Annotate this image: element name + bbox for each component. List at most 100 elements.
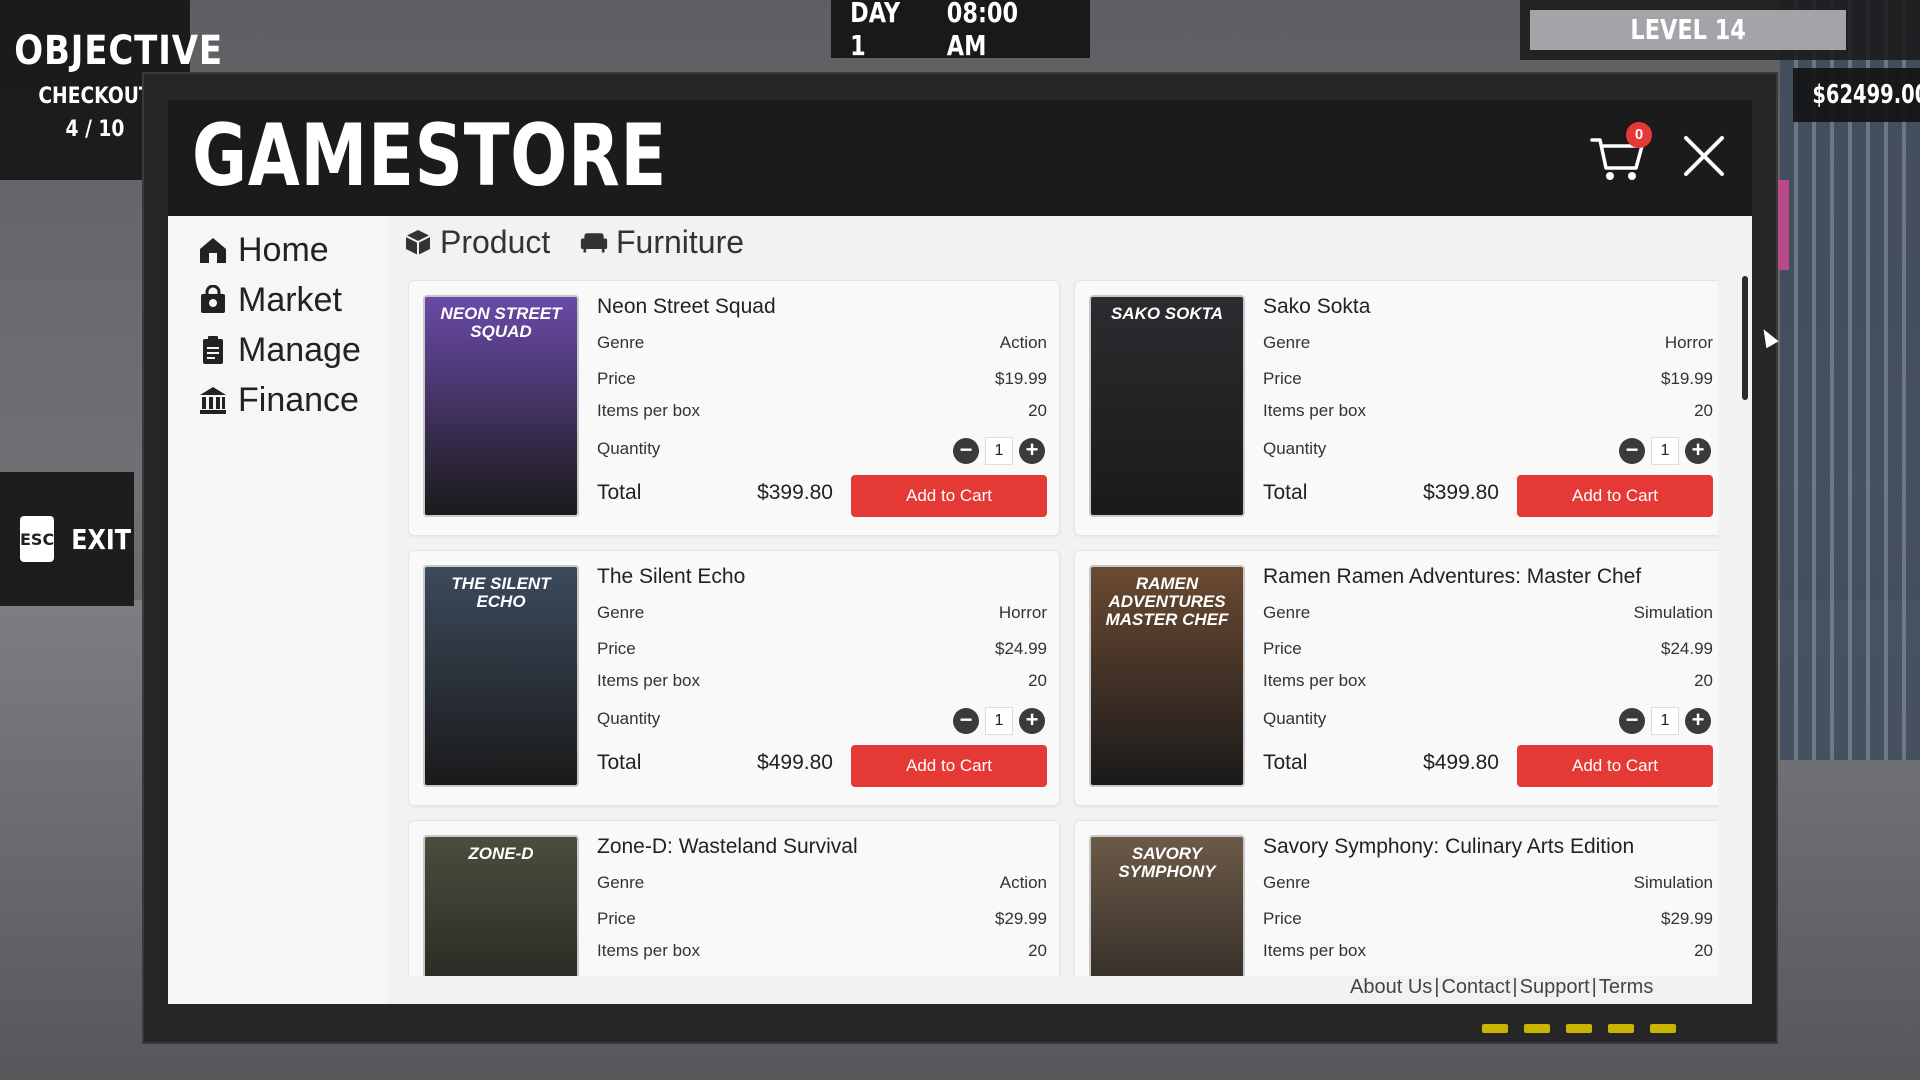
cover-title: SAVORY SYMPHONY bbox=[1118, 844, 1216, 881]
day-label: DAY 1 bbox=[850, 0, 901, 62]
genre-value: Horror bbox=[1664, 333, 1713, 352]
product-cover-image: SAKO SOKTA bbox=[1089, 295, 1245, 517]
box-icon bbox=[405, 230, 431, 255]
price-row: Price $19.99 bbox=[597, 369, 1047, 389]
day-time-panel: DAY 1 08:00 AM bbox=[831, 0, 1090, 62]
genre-row: Genre Horror bbox=[1263, 333, 1713, 353]
cover-title: RAMEN ADVENTURES MASTER CHEF bbox=[1105, 574, 1229, 629]
add-to-cart-button[interactable]: Add to Cart bbox=[851, 475, 1047, 517]
items-per-box-value: 20 bbox=[1028, 671, 1047, 690]
decrease-quantity-button[interactable]: − bbox=[953, 708, 979, 734]
quantity-label: Quantity bbox=[597, 439, 661, 458]
level-bar: LEVEL 14 bbox=[1530, 10, 1846, 50]
items-per-box-value: 20 bbox=[1028, 941, 1047, 960]
price-value: $24.99 bbox=[995, 639, 1047, 658]
product-name: Ramen Ramen Adventures: Master Chef bbox=[1263, 565, 1642, 588]
increase-quantity-button[interactable]: + bbox=[1019, 708, 1045, 734]
items-per-box-row: Items per box 20 bbox=[1263, 941, 1713, 961]
cover-title: ZONE-D bbox=[468, 844, 534, 863]
quantity-stepper: − 1 + bbox=[1619, 707, 1711, 735]
footer-separator: | bbox=[1591, 976, 1597, 998]
money-display: $62499.00 bbox=[1793, 68, 1920, 122]
price-value: $29.99 bbox=[995, 909, 1047, 928]
price-row: Price $29.99 bbox=[597, 909, 1047, 929]
footer-link-terms[interactable]: Terms bbox=[1599, 976, 1653, 999]
quantity-value[interactable]: 1 bbox=[1651, 437, 1679, 465]
items-per-box-label: Items per box bbox=[1263, 671, 1366, 690]
genre-label: Genre bbox=[1263, 333, 1311, 352]
scrollbar[interactable] bbox=[1742, 276, 1748, 400]
tab-product[interactable]: Product bbox=[404, 222, 550, 262]
product-card: NEON STREET SQUAD Neon Street Squad Genr… bbox=[408, 280, 1060, 536]
footer-link-contact[interactable]: Contact bbox=[1441, 976, 1510, 999]
add-to-cart-button[interactable]: Add to Cart bbox=[851, 745, 1047, 787]
footer-link-support[interactable]: Support bbox=[1520, 976, 1590, 999]
decrease-quantity-button[interactable]: − bbox=[1619, 708, 1645, 734]
genre-row: Genre Action bbox=[597, 333, 1047, 353]
quantity-row: Quantity bbox=[597, 439, 797, 459]
product-name: The Silent Echo bbox=[597, 565, 746, 588]
quantity-row: Quantity bbox=[597, 709, 797, 729]
tab-furniture[interactable]: Furniture bbox=[580, 222, 744, 262]
add-to-cart-button[interactable]: Add to Cart bbox=[1517, 745, 1713, 787]
store-title: GAMESTORE bbox=[192, 106, 668, 206]
items-per-box-row: Items per box 20 bbox=[597, 941, 1047, 961]
product-name: Zone-D: Wasteland Survival bbox=[597, 835, 858, 858]
quantity-value[interactable]: 1 bbox=[1651, 707, 1679, 735]
quantity-value[interactable]: 1 bbox=[985, 707, 1013, 735]
genre-value: Simulation bbox=[1633, 873, 1713, 892]
monitor-indicator-lights bbox=[1482, 1024, 1676, 1033]
sidebar-item-finance[interactable]: Finance bbox=[198, 378, 359, 422]
indicator-light bbox=[1650, 1024, 1676, 1033]
sidebar-item-home[interactable]: Home bbox=[198, 228, 329, 272]
cover-title: SAKO SOKTA bbox=[1110, 304, 1224, 323]
exit-hint[interactable]: ESC EXIT bbox=[0, 472, 134, 606]
price-row: Price $19.99 bbox=[1263, 369, 1713, 389]
decrease-quantity-button[interactable]: − bbox=[953, 438, 979, 464]
quantity-stepper: − 1 + bbox=[953, 707, 1045, 735]
quantity-row: Quantity bbox=[1263, 439, 1463, 459]
product-cover-image: SAVORY SYMPHONY bbox=[1089, 835, 1245, 976]
esc-key: ESC bbox=[20, 516, 55, 562]
tab-label: Furniture bbox=[616, 223, 745, 260]
product-cover-image: RAMEN ADVENTURES MASTER CHEF bbox=[1089, 565, 1245, 787]
product-cover-image: NEON STREET SQUAD bbox=[423, 295, 579, 517]
indicator-light bbox=[1524, 1024, 1550, 1033]
product-cover-image: ZONE-D bbox=[423, 835, 579, 976]
cover-title: THE SILENT ECHO bbox=[451, 574, 551, 611]
exit-label: EXIT bbox=[71, 522, 132, 556]
store-window: GAMESTORE 0 Home Market Manage Finance P… bbox=[168, 100, 1752, 1004]
price-value: $24.99 bbox=[1661, 639, 1713, 658]
decrease-quantity-button[interactable]: − bbox=[1619, 438, 1645, 464]
items-per-box-label: Items per box bbox=[1263, 941, 1366, 960]
increase-quantity-button[interactable]: + bbox=[1019, 438, 1045, 464]
clipboard-icon bbox=[203, 336, 223, 364]
quantity-stepper: − 1 + bbox=[953, 437, 1045, 465]
quantity-value[interactable]: 1 bbox=[985, 437, 1013, 465]
total-value: $499.80 bbox=[1423, 751, 1499, 774]
items-per-box-row: Items per box 20 bbox=[1263, 401, 1713, 421]
indicator-light bbox=[1566, 1024, 1592, 1033]
price-value: $19.99 bbox=[1661, 369, 1713, 388]
store-header: GAMESTORE 0 bbox=[168, 100, 1752, 216]
sidebar-item-market[interactable]: Market bbox=[198, 278, 342, 322]
indicator-light bbox=[1608, 1024, 1634, 1033]
genre-row: Genre Horror bbox=[597, 603, 1047, 623]
product-name: Neon Street Squad bbox=[597, 295, 776, 318]
sidebar-item-manage[interactable]: Manage bbox=[198, 328, 361, 372]
genre-row: Genre Simulation bbox=[1263, 873, 1713, 893]
cart-count-badge: 0 bbox=[1626, 122, 1652, 148]
increase-quantity-button[interactable]: + bbox=[1685, 438, 1711, 464]
product-grid: NEON STREET SQUAD Neon Street Squad Genr… bbox=[408, 280, 1718, 976]
increase-quantity-button[interactable]: + bbox=[1685, 708, 1711, 734]
price-row: Price $24.99 bbox=[1263, 639, 1713, 659]
sidebar-item-label: Manage bbox=[238, 330, 361, 369]
footer-separator: | bbox=[1434, 976, 1440, 998]
footer-links: About Us | Contact | Support | Terms bbox=[1350, 976, 1653, 999]
sidebar-item-label: Market bbox=[238, 280, 342, 319]
footer-link-about[interactable]: About Us bbox=[1350, 976, 1432, 999]
close-icon bbox=[1684, 136, 1724, 176]
add-to-cart-button[interactable]: Add to Cart bbox=[1517, 475, 1713, 517]
total-label: Total bbox=[1263, 481, 1308, 504]
close-button[interactable] bbox=[1682, 134, 1726, 178]
